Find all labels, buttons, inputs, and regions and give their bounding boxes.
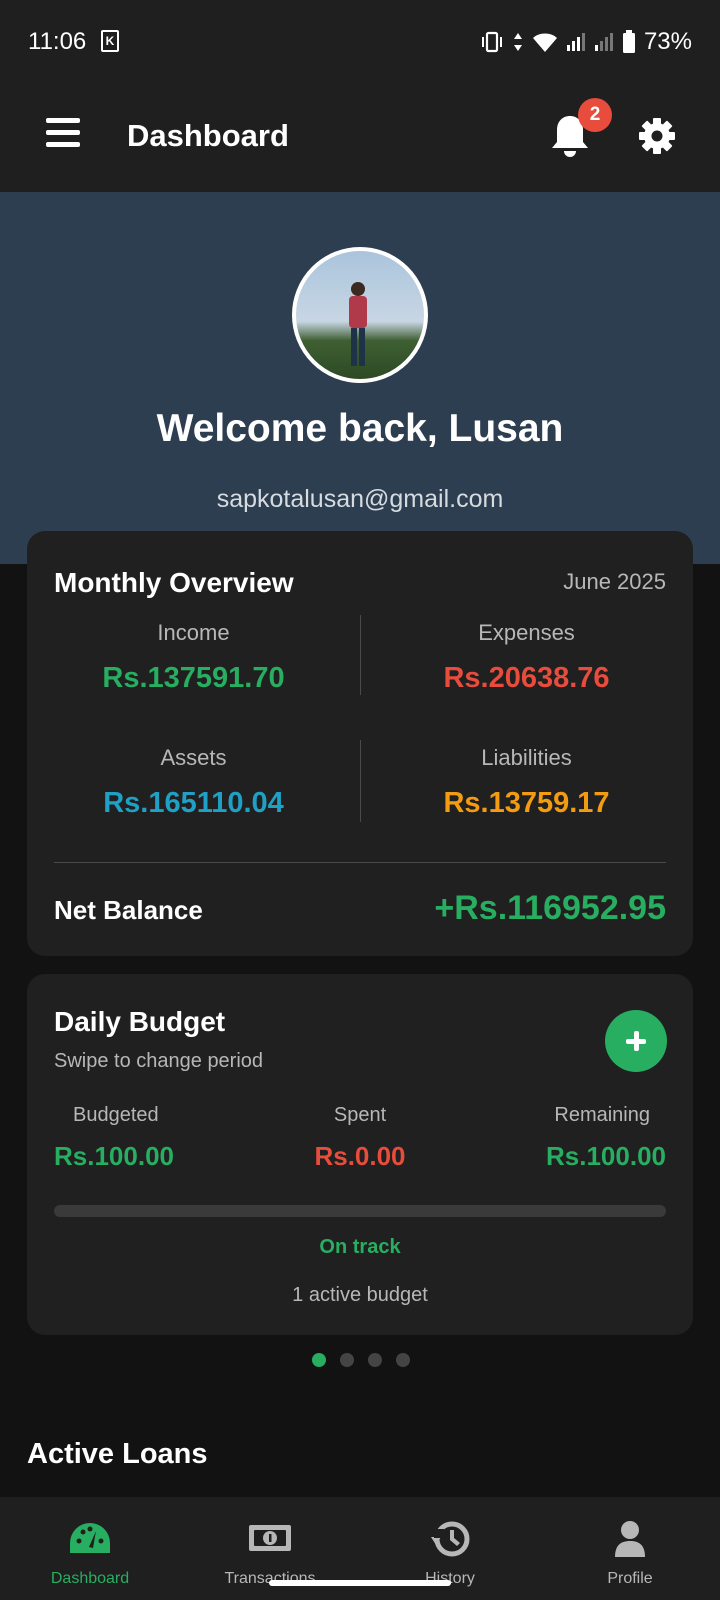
income-label: Income: [157, 620, 230, 645]
expenses-label: Expenses: [478, 620, 575, 645]
budgeted-column: Budgeted Rs.100.00: [54, 1104, 234, 1172]
income-value: Rs.137591.70: [102, 662, 285, 694]
status-icons: 73%: [480, 28, 692, 56]
notification-badge: 2: [578, 98, 612, 132]
vibrate-icon: [481, 31, 502, 53]
spent-value: Rs.0.00: [314, 1141, 406, 1171]
welcome-text: Welcome back, Lusan: [156, 407, 564, 450]
overview-period: June 2025: [563, 569, 666, 594]
spent-label: Spent: [333, 1104, 387, 1126]
wifi-icon: [532, 33, 557, 52]
assets-label: Assets: [160, 745, 227, 770]
overview-title: Monthly Overview: [54, 567, 294, 598]
nav-label: Dashboard: [50, 1570, 130, 1587]
pager-dot[interactable]: [312, 1353, 326, 1367]
history-icon: [431, 1521, 470, 1557]
daily-budget-card[interactable]: Daily Budget Swipe to change period Budg…: [27, 974, 693, 1335]
menu-icon[interactable]: [46, 118, 80, 148]
battery-icon: [622, 30, 635, 53]
avatar-photo: [349, 282, 367, 366]
assets-value: Rs.165110.04: [103, 787, 284, 819]
gesture-handle[interactable]: [269, 1580, 451, 1586]
data-arrows-icon: [513, 33, 522, 51]
net-balance-label: Net Balance: [54, 895, 203, 925]
liabilities-label: Liabilities: [481, 745, 572, 770]
liabilities-value: Rs.13759.17: [443, 787, 610, 819]
monthly-overview-card: Monthly Overview June 2025 Income Rs.137…: [27, 531, 693, 956]
assets-stat: Assets Rs.165110.04: [27, 745, 360, 820]
status-time: 11:06: [28, 28, 87, 55]
budgeted-label: Budgeted: [73, 1104, 159, 1126]
status-bar: 11:06 K 73%: [0, 0, 720, 82]
add-budget-button[interactable]: [605, 1010, 667, 1072]
app-notification-icon: K: [101, 30, 119, 52]
nav-label: Profile: [607, 1570, 653, 1587]
battery-level: 73%: [643, 28, 692, 55]
nav-dashboard[interactable]: Dashboard: [0, 1497, 180, 1600]
user-email: sapkotalusan@gmail.com: [216, 485, 504, 513]
remaining-label: Remaining: [554, 1104, 650, 1126]
net-balance-value: +Rs.116952.95: [434, 889, 666, 927]
budget-progress-bar: [54, 1205, 666, 1217]
divider: [54, 862, 666, 863]
budget-subtitle: Swipe to change period: [54, 1050, 264, 1072]
money-icon: [249, 1525, 291, 1551]
budgeted-value: Rs.100.00: [54, 1141, 174, 1171]
active-loans-title: Active Loans: [27, 1438, 208, 1470]
person-icon: [615, 1521, 645, 1557]
pager-dot[interactable]: [340, 1353, 354, 1367]
profile-header: Welcome back, Lusan sapkotalusan@gmail.c…: [0, 192, 720, 564]
remaining-value: Rs.100.00: [546, 1141, 666, 1171]
liabilities-stat: Liabilities Rs.13759.17: [360, 745, 693, 820]
signal-2-icon: [594, 33, 613, 51]
income-stat: Income Rs.137591.70: [27, 620, 360, 695]
speedometer-icon: [70, 1523, 110, 1553]
active-budget-count: 1 active budget: [292, 1284, 428, 1306]
budget-title: Daily Budget: [54, 1006, 226, 1037]
settings-gear-icon[interactable]: [638, 117, 676, 155]
pager-dot[interactable]: [396, 1353, 410, 1367]
pager-dot[interactable]: [368, 1353, 382, 1367]
remaining-column: Remaining Rs.100.00: [466, 1104, 666, 1172]
expenses-value: Rs.20638.76: [443, 662, 610, 694]
app-bar: Dashboard 2: [0, 82, 720, 192]
page-title: Dashboard: [127, 118, 289, 153]
signal-icon: [566, 33, 585, 51]
budget-status: On track: [319, 1236, 401, 1258]
carousel-indicator[interactable]: [312, 1353, 410, 1367]
expenses-stat: Expenses Rs.20638.76: [360, 620, 693, 695]
nav-profile[interactable]: Profile: [540, 1497, 720, 1600]
avatar[interactable]: [292, 247, 428, 383]
spent-column: Spent Rs.0.00: [260, 1104, 460, 1172]
